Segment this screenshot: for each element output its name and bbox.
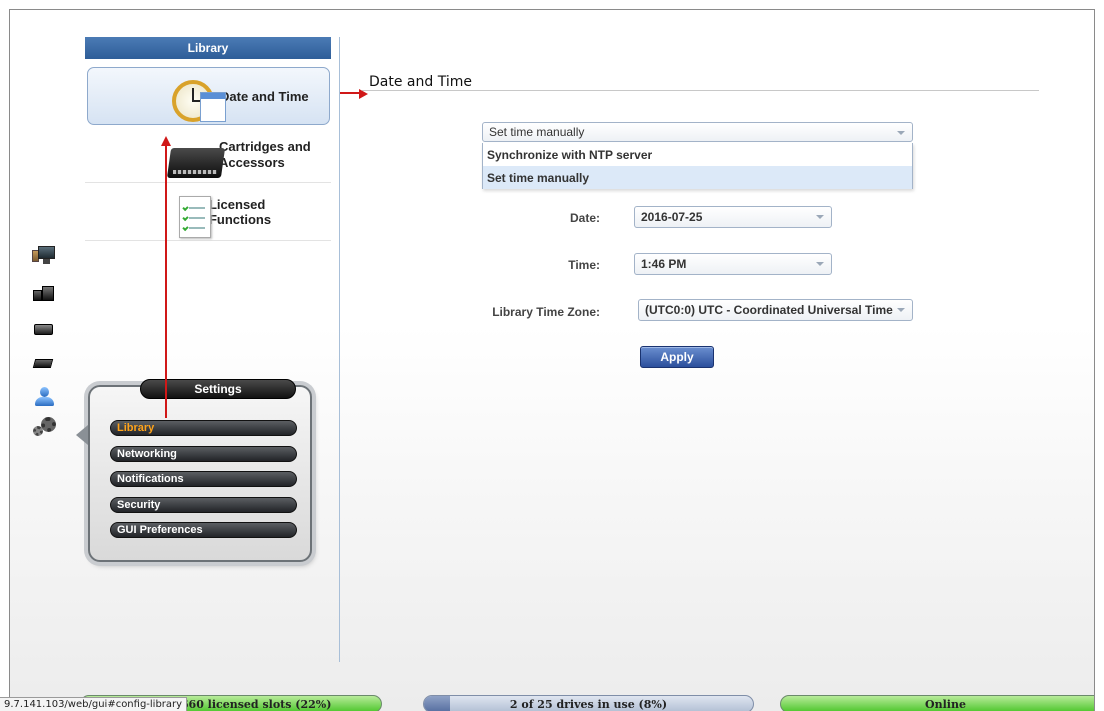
settings-item-security[interactable]: Security xyxy=(110,496,297,513)
online-status[interactable]: Online xyxy=(780,695,1094,711)
panel-divider xyxy=(339,37,340,662)
servers-icon[interactable] xyxy=(32,284,56,304)
annotation-arrow-horizontal xyxy=(340,92,360,94)
settings-item-networking[interactable]: Networking xyxy=(110,445,297,462)
timezone-label: Library Time Zone: xyxy=(492,305,600,319)
annotation-arrow-vertical xyxy=(165,144,167,418)
url-status-tooltip: 9.7.141.103/web/gui#config-library xyxy=(0,697,188,711)
date-value: 2016-07-25 xyxy=(641,210,703,224)
library-item-label: Licensed Functions xyxy=(208,196,272,227)
drives-progress-fill xyxy=(424,696,451,711)
library-item-label: Cartridges and Accessors xyxy=(219,138,311,170)
chevron-down-icon xyxy=(897,308,905,312)
monitor-icon[interactable] xyxy=(32,246,56,266)
settings-popup-title: Settings xyxy=(140,379,296,399)
option-set-manually[interactable]: Set time manually xyxy=(483,166,912,189)
apply-button[interactable]: Apply xyxy=(640,346,714,368)
option-sync-ntp[interactable]: Synchronize with NTP server xyxy=(483,143,912,166)
drives-status-label: 2 of 25 drives in use (8%) xyxy=(509,697,668,711)
settings-item-notifications[interactable]: Notifications xyxy=(110,471,297,487)
user-icon[interactable] xyxy=(32,387,56,407)
library-item-cartridges-and-accessors[interactable]: Cartridges and Accessors xyxy=(85,127,331,183)
date-label: Date: xyxy=(569,211,600,225)
chevron-down-icon xyxy=(897,131,905,135)
drives-status[interactable]: 2 of 25 drives in use (8%) xyxy=(423,695,754,711)
annotation-arrowhead-up xyxy=(161,136,171,146)
time-select[interactable]: 1:46 PM xyxy=(634,253,832,275)
library-item-licensed-functions[interactable]: Licensed Functions xyxy=(85,183,331,241)
timezone-select[interactable]: (UTC0:0) UTC - Coordinated Universal Tim… xyxy=(638,299,913,321)
page-title: Date and Time xyxy=(369,74,472,90)
timezone-value: (UTC0:0) UTC - Coordinated Universal Tim… xyxy=(645,303,893,317)
settings-item-library[interactable]: Library xyxy=(110,420,297,436)
drive-icon[interactable] xyxy=(32,319,56,339)
tape-cartridge-icon xyxy=(166,142,226,182)
time-mode-dropdown: Synchronize with NTP server Set time man… xyxy=(482,143,913,189)
chevron-down-icon xyxy=(816,215,824,219)
time-label: Time: xyxy=(568,258,600,272)
time-mode-select[interactable]: Set time manually xyxy=(482,122,913,142)
title-divider xyxy=(362,90,1039,91)
library-item-label: Date and Time xyxy=(220,88,309,104)
time-mode-select-value: Set time manually xyxy=(489,125,585,139)
date-select[interactable]: 2016-07-25 xyxy=(634,206,832,228)
chevron-down-icon xyxy=(816,262,824,266)
clock-calendar-icon xyxy=(172,80,226,124)
annotation-arrowhead-right xyxy=(359,89,368,99)
library-item-date-and-time[interactable]: Date and Time xyxy=(87,67,330,125)
settings-item-gui-preferences[interactable]: GUI Preferences xyxy=(110,522,297,538)
time-value: 1:46 PM xyxy=(641,257,687,271)
license-document-icon xyxy=(179,196,215,240)
settings-menu: Library Networking Notifications Securit… xyxy=(110,420,297,548)
library-panel-header: Library xyxy=(85,37,331,59)
application-window: Library Date and Time Cartridges and Acc… xyxy=(9,9,1095,711)
cartridge-icon[interactable] xyxy=(32,353,56,373)
settings-gear-icon[interactable] xyxy=(32,417,56,437)
library-panel-list: Date and Time Cartridges and Accessors L… xyxy=(85,59,331,241)
settings-popup: Settings Library Networking Notification… xyxy=(76,379,312,562)
